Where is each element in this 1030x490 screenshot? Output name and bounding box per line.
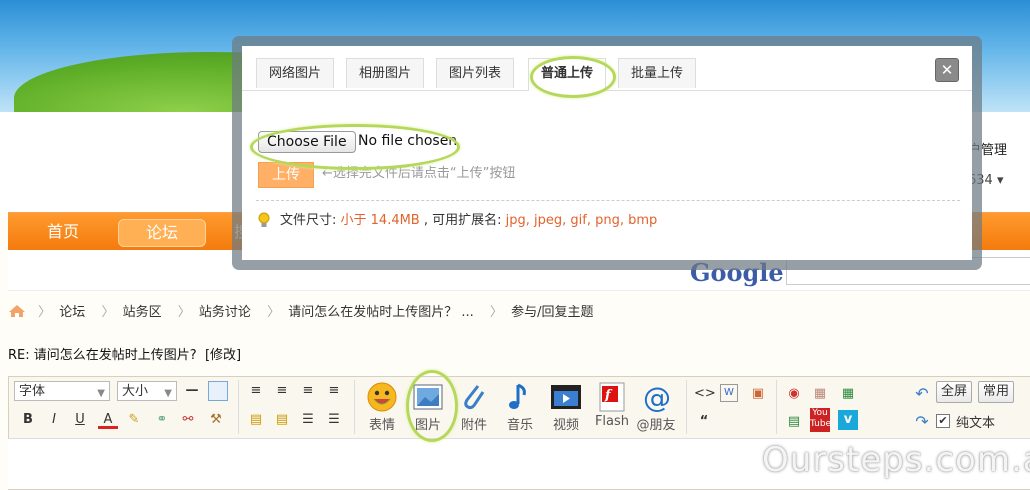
- clear-format-icon[interactable]: ⚒: [206, 410, 226, 430]
- nav-item-forum[interactable]: 论坛: [118, 219, 206, 247]
- flash-icon[interactable]: f: [596, 382, 628, 412]
- redo-icon[interactable]: ↷: [912, 412, 932, 432]
- fullscreen-button[interactable]: 全屏: [936, 381, 973, 403]
- highlight-ring: [530, 56, 616, 98]
- toolbar-divider: [776, 380, 777, 434]
- breadcrumb-thread[interactable]: 请问怎么在发帖时上传图片？ ...: [288, 305, 474, 320]
- quote-icon[interactable]: “: [694, 412, 714, 432]
- size-label: 文件尺寸:: [280, 213, 341, 228]
- unlink-icon[interactable]: ⚯: [178, 410, 198, 430]
- size-select[interactable]: 大小 ▼: [117, 381, 177, 401]
- float-left-icon[interactable]: ▤: [246, 410, 266, 430]
- rss-icon[interactable]: ◉: [784, 384, 804, 404]
- extensions-value: jpg, jpeg, gif, png, bmp: [505, 213, 658, 228]
- tab-web-image[interactable]: 网络图片: [256, 58, 335, 88]
- music-icon[interactable]: [504, 382, 536, 412]
- link-icon[interactable]: ⚭: [152, 410, 172, 430]
- undo-icon[interactable]: ↶: [912, 384, 932, 404]
- chevron-down-icon: ▼: [97, 388, 105, 399]
- chevron-right-icon: 〉: [101, 305, 115, 320]
- svg-text:@: @: [643, 382, 671, 412]
- ext-label: , 可用扩展名:: [419, 213, 506, 228]
- smiley-icon[interactable]: [366, 382, 398, 412]
- size-select-label: 大小: [122, 384, 149, 399]
- chevron-right-icon: 〉: [38, 305, 52, 320]
- youtube-icon[interactable]: You Tube: [810, 408, 831, 432]
- ordered-list-icon[interactable]: ☰: [298, 410, 318, 430]
- plaintext-checkbox[interactable]: ✔: [936, 414, 950, 428]
- unordered-list-icon[interactable]: ☰: [324, 410, 344, 430]
- grid-icon[interactable]: ▦: [838, 384, 858, 404]
- common-button[interactable]: 常用: [978, 381, 1015, 403]
- picture-board-icon[interactable]: ▦: [810, 384, 830, 404]
- bold-icon[interactable]: B: [18, 410, 38, 430]
- underline-icon[interactable]: U: [70, 410, 90, 430]
- toolbar-divider: [686, 380, 687, 434]
- highlight-icon[interactable]: ✎: [124, 410, 144, 430]
- align-right-icon[interactable]: ≡: [298, 381, 318, 401]
- font-select-label: 字体: [19, 384, 46, 399]
- table-icon[interactable]: [208, 381, 228, 401]
- breadcrumb-forum[interactable]: 论坛: [59, 305, 85, 320]
- paste-word-icon[interactable]: W: [720, 384, 738, 402]
- video-icon[interactable]: [550, 382, 582, 412]
- size-limit-value: 小于 14.4MB: [340, 213, 420, 228]
- dashed-divider: [256, 200, 960, 201]
- at-icon[interactable]: @: [640, 382, 672, 412]
- nav-item-home[interactable]: 首页: [28, 219, 98, 245]
- plaintext-label: 纯文本: [956, 416, 996, 431]
- vimeo-icon[interactable]: v: [838, 410, 858, 430]
- lightbulb-icon: [258, 212, 270, 227]
- horizontal-rule-icon[interactable]: —: [182, 381, 202, 401]
- edit-link[interactable]: [修改]: [205, 348, 241, 363]
- chevron-right-icon: 〉: [267, 305, 281, 320]
- breadcrumb-admin-discussion[interactable]: 站务讨论: [199, 305, 251, 320]
- breadcrumb-admin-zone[interactable]: 站务区: [123, 305, 162, 320]
- music-label[interactable]: 音乐: [495, 414, 545, 433]
- align-justify-icon[interactable]: ≡: [324, 381, 344, 401]
- font-select[interactable]: 字体 ▼: [14, 381, 110, 401]
- mention-friend-label[interactable]: @朋友: [631, 414, 681, 433]
- float-right-icon[interactable]: ▤: [272, 410, 292, 430]
- insert-image-web-icon[interactable]: ▣: [748, 384, 768, 404]
- post-title: RE: 请问怎么在发帖时上传图片?: [8, 348, 197, 363]
- highlight-ring: [406, 370, 458, 442]
- list-box-icon[interactable]: ▤: [784, 412, 804, 432]
- watermark: Oursteps.com.au: [762, 440, 1030, 480]
- flash-label[interactable]: Flash: [587, 414, 637, 429]
- toolbar-divider: [354, 380, 355, 434]
- chevron-down-icon: ▼: [164, 388, 172, 399]
- chevron-right-icon: 〉: [177, 305, 191, 320]
- font-color-icon[interactable]: A: [98, 410, 118, 429]
- paperclip-icon[interactable]: [458, 382, 490, 412]
- align-center-icon[interactable]: ≡: [272, 381, 292, 401]
- emoji-label[interactable]: 表情: [357, 414, 407, 433]
- home-icon[interactable]: [8, 304, 26, 318]
- breadcrumb-current: 参与/回复主题: [511, 305, 594, 320]
- post-title-row: RE: 请问怎么在发帖时上传图片? [修改]: [8, 344, 241, 363]
- toolbar-divider: [238, 380, 239, 434]
- tab-batch-upload[interactable]: 批量上传: [618, 58, 697, 88]
- code-icon[interactable]: <>: [694, 384, 716, 404]
- breadcrumb: 〉 论坛 〉 站务区 〉 站务讨论 〉 请问怎么在发帖时上传图片？ ... 〉 …: [8, 302, 597, 324]
- video-label[interactable]: 视频: [541, 414, 591, 433]
- tab-album-image[interactable]: 相册图片: [346, 58, 425, 88]
- close-icon[interactable]: ✕: [935, 58, 959, 82]
- highlight-ring: [250, 124, 460, 170]
- align-left-icon[interactable]: ≡: [246, 381, 266, 401]
- file-info: 文件尺寸: 小于 14.4MB , 可用扩展名: jpg, jpeg, gif,…: [280, 212, 657, 230]
- italic-icon[interactable]: I: [44, 410, 64, 430]
- chevron-right-icon: 〉: [489, 305, 503, 320]
- tab-image-list[interactable]: 图片列表: [436, 58, 515, 88]
